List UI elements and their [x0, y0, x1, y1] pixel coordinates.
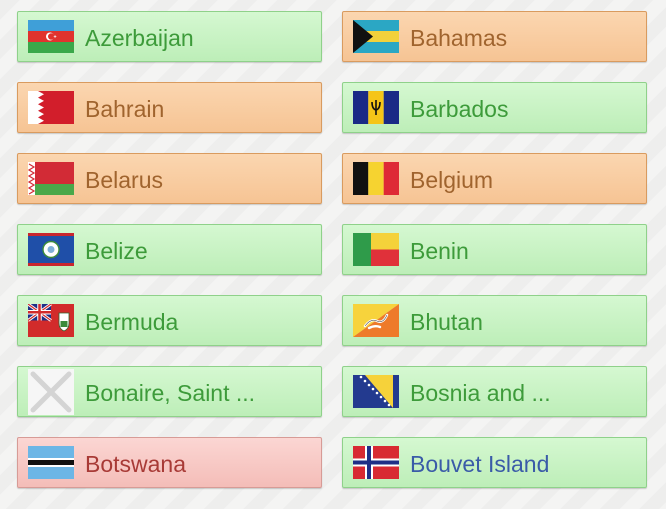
country-label: Bhutan	[410, 309, 483, 335]
bhutan-flag-icon	[353, 304, 399, 337]
country-label: Azerbaijan	[85, 25, 194, 51]
azerbaijan-flag-icon	[28, 20, 74, 53]
placeholder-x-icon	[28, 369, 74, 415]
country-button-azerbaijan[interactable]: Azerbaijan	[17, 11, 322, 62]
country-row: Botswana Bouvet Island	[17, 437, 650, 488]
country-button-bahamas[interactable]: Bahamas	[342, 11, 647, 62]
bermuda-flag-icon	[28, 304, 74, 337]
country-label: Botswana	[85, 451, 187, 477]
country-label: Bermuda	[85, 309, 179, 335]
botswana-flag-icon	[28, 446, 74, 479]
benin-flag-icon	[353, 233, 399, 266]
country-label: Bosnia and ...	[410, 380, 551, 406]
bahrain-flag-icon	[28, 91, 74, 124]
country-label: Bahamas	[410, 25, 508, 51]
country-row: Bahrain Barbados	[17, 82, 650, 133]
country-grid: Azerbaijan Bahamas Bahrain Barbados Bela…	[17, 11, 650, 508]
country-label: Belize	[85, 238, 148, 264]
country-button-bahrain[interactable]: Bahrain	[17, 82, 322, 133]
belgium-flag-icon	[353, 162, 399, 195]
country-label: Bonaire, Saint ...	[85, 380, 256, 406]
country-button-belarus[interactable]: Belarus	[17, 153, 322, 204]
country-button-belize[interactable]: Belize	[17, 224, 322, 275]
country-row: Bonaire, Saint ... Bosnia and ...	[17, 366, 650, 417]
belize-flag-icon	[28, 233, 74, 266]
country-row: Belarus Belgium	[17, 153, 650, 204]
country-button-bosnia[interactable]: Bosnia and ...	[342, 366, 647, 417]
country-button-botswana[interactable]: Botswana	[17, 437, 322, 488]
bouvet-island-flag-icon	[353, 446, 399, 479]
country-label: Bahrain	[85, 96, 165, 122]
country-button-belgium[interactable]: Belgium	[342, 153, 647, 204]
country-row: Belize Benin	[17, 224, 650, 275]
bosnia-flag-icon	[353, 375, 399, 408]
bahamas-flag-icon	[353, 20, 399, 53]
country-button-bhutan[interactable]: Bhutan	[342, 295, 647, 346]
belarus-flag-icon	[28, 162, 74, 195]
country-label: Bouvet Island	[410, 451, 550, 477]
country-button-barbados[interactable]: Barbados	[342, 82, 647, 133]
country-button-benin[interactable]: Benin	[342, 224, 647, 275]
country-button-bermuda[interactable]: Bermuda	[17, 295, 322, 346]
country-button-bonaire[interactable]: Bonaire, Saint ...	[17, 366, 322, 417]
country-button-bouvet-island[interactable]: Bouvet Island	[342, 437, 647, 488]
country-label: Barbados	[410, 96, 509, 122]
barbados-flag-icon	[353, 91, 399, 124]
country-row: Bermuda Bhutan	[17, 295, 650, 346]
country-label: Belarus	[85, 167, 163, 193]
country-label: Belgium	[410, 167, 494, 193]
country-row: Azerbaijan Bahamas	[17, 11, 650, 62]
country-label: Benin	[410, 238, 469, 264]
